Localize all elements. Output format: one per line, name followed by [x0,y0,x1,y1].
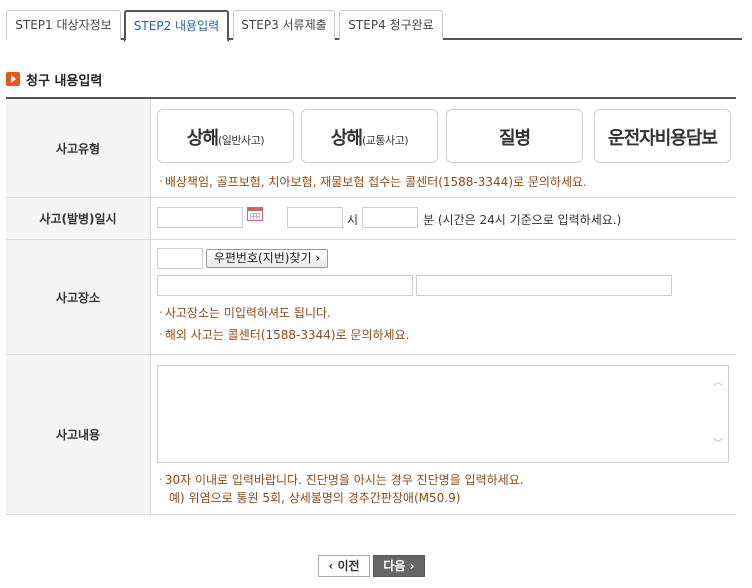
type-label: 상해 [186,128,219,149]
accident-minute-input[interactable] [362,207,418,228]
tab-step1[interactable]: STEP1 대상자정보 [6,10,121,40]
arrow-bullet-icon [6,72,20,86]
accident-place-label: 사고장소 [6,240,151,354]
accident-date-input[interactable] [157,207,243,228]
section-header: 청구 내용입력 [6,70,103,89]
place-note-optional: 사고장소는 미입력하셔도 됩니다. [159,304,331,321]
accident-hour-input[interactable] [287,207,343,228]
section-title: 청구 내용입력 [26,73,103,89]
type-disease-button[interactable]: 질병 [446,109,583,163]
content-example: 예) 위염으로 통원 5회, 상세불명의 경추간판장애(M50.9) [169,491,461,505]
address2-input[interactable] [416,275,672,296]
next-button[interactable]: 다음 › [373,555,425,577]
type-sublabel: (교통사고) [362,134,409,147]
row-accident-place: 사고장소 우편번호(지번)찾기 › 사고장소는 미입력하셔도 됩니다. 해외 사… [6,240,736,355]
type-label: 질병 [498,128,531,149]
zipcode-input[interactable] [157,248,203,269]
minute-unit-label: 분 (시간은 24시 기준으로 입력하세요.) [423,213,622,227]
tab-step4[interactable]: STEP4 청구완료 [339,10,443,40]
address1-input[interactable] [157,275,413,296]
calendar-icon[interactable] [247,207,263,221]
accident-type-label: 사고유형 [6,99,151,197]
accident-content-label: 사고내용 [6,355,151,514]
hour-unit-label: 시 [347,213,359,227]
type-injury-general-button[interactable]: 상해 (일반사고) [157,109,294,163]
type-driver-cost-button[interactable]: 운전자비용담보 [594,109,731,163]
scroll-up-icon[interactable]: ︿ [712,376,724,388]
step-tabs: STEP1 대상자정보 STEP2 내용입력 STEP3 서류제출 STEP4 … [6,10,742,42]
row-accident-date: 사고(발병)일시 시 분 (시간은 24시 기준으로 입력하세요.) [6,198,736,240]
scroll-down-icon[interactable]: ﹀ [712,438,724,450]
nav-buttons: ‹ 이전 다음 › [0,555,752,577]
type-label: 운전자비용담보 [608,128,718,149]
accident-date-label: 사고(발병)일시 [6,198,151,239]
content-note: 30자 이내로 입력바랍니다. 진단명을 아시는 경우 진단명을 입력하세요. [159,471,524,488]
tab-step3[interactable]: STEP3 서류제출 [233,10,335,40]
zipcode-search-button[interactable]: 우편번호(지번)찾기 › [206,249,328,268]
type-sublabel: (일반사고) [218,134,265,147]
accident-type-note: 배상책임, 골프보험, 치아보험, 재물보험 접수는 콜센터(1588-3344… [159,173,587,190]
accident-content-textarea[interactable]: ︿ ﹀ [157,365,729,463]
type-label: 상해 [330,128,363,149]
place-note-overseas: 해외 사고는 콜센터(1588-3344)로 문의하세요. [159,326,410,343]
claim-form: 사고유형 상해 (일반사고) 상해 (교통사고) 질병 운전자비용담보 배상책임… [6,97,736,515]
type-injury-traffic-button[interactable]: 상해 (교통사고) [301,109,438,163]
row-accident-content: 사고내용 ︿ ﹀ 30자 이내로 입력바랍니다. 진단명을 아시는 경우 진단명… [6,355,736,515]
row-accident-type: 사고유형 상해 (일반사고) 상해 (교통사고) 질병 운전자비용담보 배상책임… [6,99,736,198]
tab-step2[interactable]: STEP2 내용입력 [124,10,229,42]
prev-button[interactable]: ‹ 이전 [318,555,370,577]
